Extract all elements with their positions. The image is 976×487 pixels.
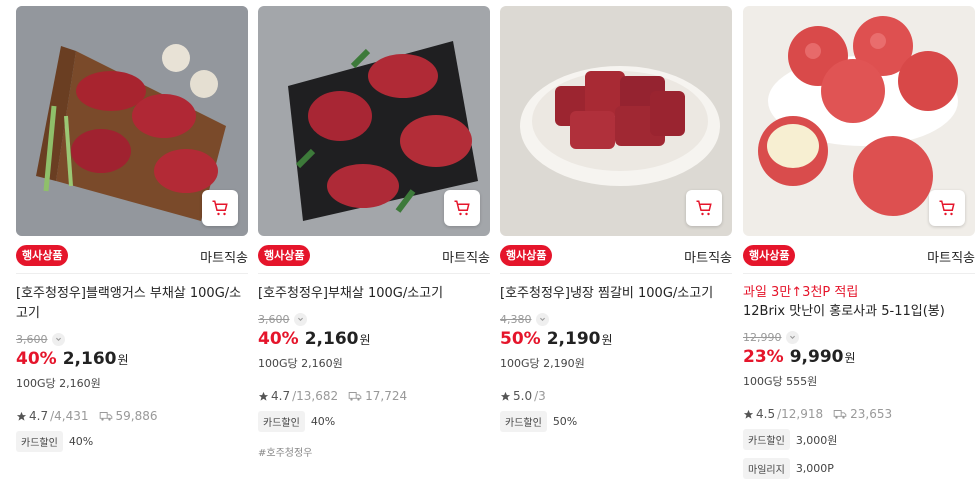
original-price-row: 3,600	[258, 312, 490, 327]
card-discount-value: 40%	[68, 435, 94, 448]
benefit-row: 카드할인 3,000원	[743, 429, 975, 450]
product-title[interactable]: [호주청정우]블랙앵거스 부채살 100G/소고기	[16, 284, 248, 324]
product-card[interactable]: 행사상품 마트직송 [호주청정우]냉장 찜갈비 100G/소고기 4,380 5…	[500, 6, 732, 432]
event-badge: 행사상품	[500, 245, 553, 266]
discount-rate: 40%	[258, 329, 299, 349]
sale-price: 9,990	[789, 347, 844, 367]
rating: 4.7 /13,682	[258, 389, 338, 403]
rating: 5.0 /3	[500, 389, 546, 403]
delivery-count: 59,886	[99, 409, 158, 423]
event-badge: 행사상품	[258, 245, 311, 266]
add-to-cart-button[interactable]	[202, 190, 238, 226]
delivery-count: 17,724	[348, 389, 407, 403]
benefit-row: 마일리지 3,000P	[743, 458, 975, 479]
currency-unit: 원	[844, 351, 856, 365]
product-title[interactable]: [호주청정우]부채살 100G/소고기	[258, 284, 490, 304]
truck-icon	[99, 412, 112, 421]
card-discount-value: 3,000원	[795, 433, 838, 447]
truck-icon	[348, 392, 362, 401]
rating-score: 4.7	[29, 409, 49, 423]
review-count: /3	[534, 389, 546, 403]
original-price-row: 3,600	[16, 332, 248, 347]
benefit-row: 카드할인 50%	[500, 411, 732, 432]
delivery-count-value: 17,724	[365, 389, 408, 403]
product-card[interactable]: 행사상품 마트직송 과일 3만↑3천P 적립 12Brix 맛난이 홍로사과 5…	[743, 6, 975, 479]
unit-price: 100G당 555원	[743, 375, 818, 388]
star-icon	[500, 391, 511, 401]
product-image[interactable]	[258, 6, 490, 236]
product-card[interactable]: 행사상품 마트직송 [호주청정우]블랙앵거스 부채살 100G/소고기 3,60…	[16, 6, 248, 452]
currency-unit: 원	[601, 333, 613, 347]
cart-icon	[212, 200, 228, 216]
review-count: /4,431	[50, 409, 89, 423]
rating: 4.5 /12,918	[743, 407, 823, 421]
original-price: 3,600	[16, 333, 48, 346]
card-discount-chip: 카드할인	[500, 411, 547, 432]
rating-score: 4.7	[271, 389, 291, 403]
original-price: 3,600	[258, 313, 290, 326]
benefit-row: 카드할인 40%	[258, 411, 490, 432]
chevron-down-icon[interactable]	[51, 333, 65, 346]
product-image[interactable]	[743, 6, 975, 236]
discount-rate: 40%	[16, 349, 57, 369]
original-price: 12,990	[743, 331, 782, 344]
add-to-cart-button[interactable]	[686, 190, 722, 226]
star-icon	[743, 409, 754, 419]
delivery-type: 마트직송	[200, 251, 248, 266]
card-discount-chip: 카드할인	[16, 431, 63, 452]
event-badge: 행사상품	[743, 245, 796, 266]
chevron-down-icon[interactable]	[293, 313, 307, 326]
currency-unit: 원	[117, 353, 129, 367]
currency-unit: 원	[359, 333, 371, 347]
product-card[interactable]: 행사상품 마트직송 [호주청정우]부채살 100G/소고기 3,600 40% …	[258, 6, 490, 459]
delivery-count-value: 59,886	[115, 409, 158, 423]
cart-icon	[939, 200, 955, 216]
original-price-row: 4,380	[500, 312, 732, 327]
promo-text: 과일 3만↑3천P 적립	[743, 285, 859, 300]
delivery-type: 마트직송	[927, 251, 975, 266]
cart-icon	[696, 200, 712, 216]
mileage-chip: 마일리지	[743, 458, 790, 479]
review-count: /13,682	[292, 389, 339, 403]
original-price-row: 12,990	[743, 330, 975, 345]
unit-price: 100G당 2,160원	[16, 377, 101, 390]
delivery-type: 마트직송	[442, 251, 490, 266]
truck-icon	[833, 410, 847, 419]
card-discount-value: 50%	[552, 415, 578, 428]
add-to-cart-button[interactable]	[929, 190, 965, 226]
unit-price: 100G당 2,190원	[500, 357, 585, 370]
card-discount-chip: 카드할인	[258, 411, 305, 432]
rating: 4.7 /4,431	[16, 409, 89, 423]
discount-rate: 50%	[500, 329, 541, 349]
product-title[interactable]: [호주청정우]냉장 찜갈비 100G/소고기	[500, 284, 732, 304]
hashtag-link[interactable]: #호주청정우	[258, 444, 490, 459]
star-icon	[258, 391, 269, 401]
sale-price: 2,160	[62, 349, 117, 369]
unit-price: 100G당 2,160원	[258, 357, 343, 370]
product-image[interactable]	[500, 6, 732, 236]
add-to-cart-button[interactable]	[444, 190, 480, 226]
review-count: /12,918	[777, 407, 824, 421]
star-icon	[16, 411, 27, 421]
event-badge: 행사상품	[16, 245, 69, 266]
chevron-down-icon[interactable]	[785, 331, 799, 344]
benefit-row: 카드할인 40%	[16, 431, 248, 452]
card-discount-chip: 카드할인	[743, 429, 790, 450]
original-price: 4,380	[500, 313, 532, 326]
rating-score: 5.0	[513, 389, 533, 403]
rating-score: 4.5	[756, 407, 776, 421]
mileage-value: 3,000P	[795, 462, 834, 475]
card-discount-value: 40%	[310, 415, 336, 428]
discount-rate: 23%	[743, 347, 784, 367]
delivery-count: 23,653	[833, 407, 892, 421]
product-title[interactable]: 12Brix 맛난이 홍로사과 5-11입(봉)	[743, 302, 975, 322]
sale-price: 2,190	[546, 329, 601, 349]
chevron-down-icon[interactable]	[535, 313, 549, 326]
delivery-type: 마트직송	[684, 251, 732, 266]
delivery-count-value: 23,653	[850, 407, 893, 421]
sale-price: 2,160	[304, 329, 359, 349]
cart-icon	[454, 200, 470, 216]
product-image[interactable]	[16, 6, 248, 236]
